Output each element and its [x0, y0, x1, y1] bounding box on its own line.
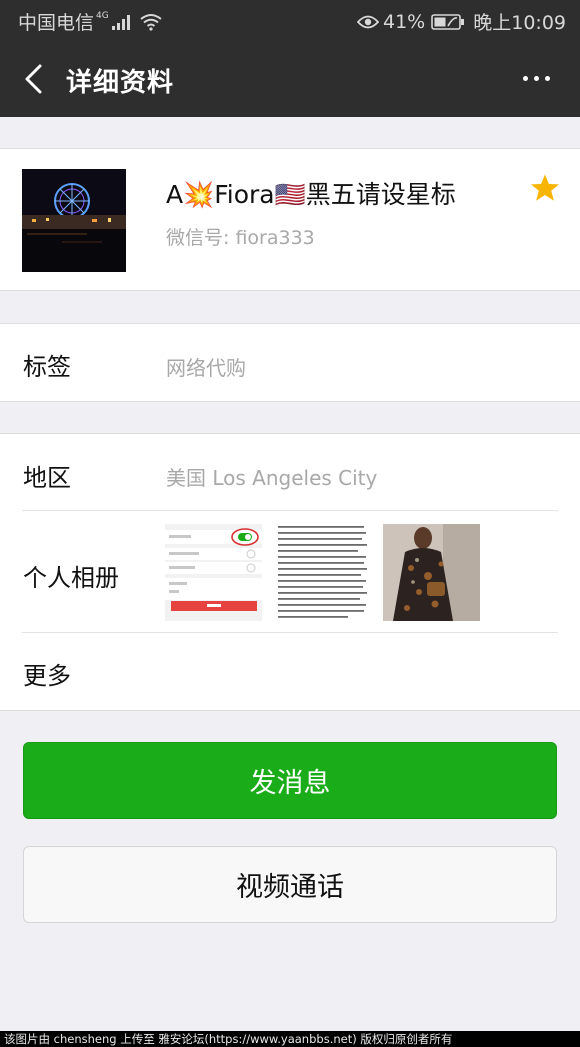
video-call-button[interactable]: 视频通话 — [23, 846, 557, 923]
profile-card: A💥Fiora🇺🇸黑五请设星标 微信号: fiora333 — [0, 148, 580, 291]
page-title: 详细资料 — [66, 68, 175, 98]
status-bar: 中国电信 4G 41% 晚上10:09 — [0, 0, 580, 40]
tags-value: 网络代购 — [166, 356, 246, 380]
watermark-footer: 该图片由 chensheng 上传至 雅安论坛(https://www.yaan… — [0, 1031, 580, 1047]
profile-name: A💥Fiora🇺🇸黑五请设星标 — [166, 180, 456, 209]
tags-label: 标签 — [23, 353, 71, 381]
star-icon[interactable] — [530, 173, 560, 203]
dot — [523, 76, 528, 81]
signal-icon — [111, 14, 130, 30]
divider — [22, 510, 558, 511]
dot — [534, 76, 539, 81]
wechat-id: 微信号: fiora333 — [166, 227, 315, 249]
battery-icon — [431, 13, 465, 30]
info-card: 地区 美国 Los Angeles City 个人相册 更多 — [0, 433, 580, 711]
more-label: 更多 — [23, 662, 71, 690]
region-value: 美国 Los Angeles City — [166, 466, 378, 490]
album-label: 个人相册 — [23, 564, 119, 592]
divider — [22, 632, 558, 633]
back-chevron-icon[interactable] — [22, 64, 46, 94]
send-message-button[interactable]: 发消息 — [23, 742, 557, 819]
more-dots-icon[interactable] — [523, 76, 550, 81]
region-label: 地区 — [23, 464, 71, 492]
album-thumbnail-settings-screenshot[interactable] — [165, 524, 262, 621]
ferris-wheel-photo — [22, 169, 126, 272]
network-type: 4G — [96, 10, 109, 21]
status-right: 41% 晚上10:09 — [357, 8, 566, 35]
clock-text: 晚上10:09 — [473, 12, 566, 34]
nav-bar: 详细资料 — [0, 40, 580, 117]
tags-row[interactable]: 标签 网络代购 — [0, 323, 580, 402]
album-thumbnail-fashion-photo[interactable] — [383, 524, 480, 621]
wifi-icon — [140, 13, 162, 31]
dot — [545, 76, 550, 81]
carrier-text: 中国电信 — [18, 12, 95, 34]
status-left: 中国电信 4G — [18, 8, 163, 35]
eye-icon — [357, 15, 379, 28]
avatar[interactable] — [22, 169, 126, 272]
album-thumbnail-text-screenshot[interactable] — [274, 524, 371, 621]
battery-percent: 41% — [383, 10, 426, 33]
